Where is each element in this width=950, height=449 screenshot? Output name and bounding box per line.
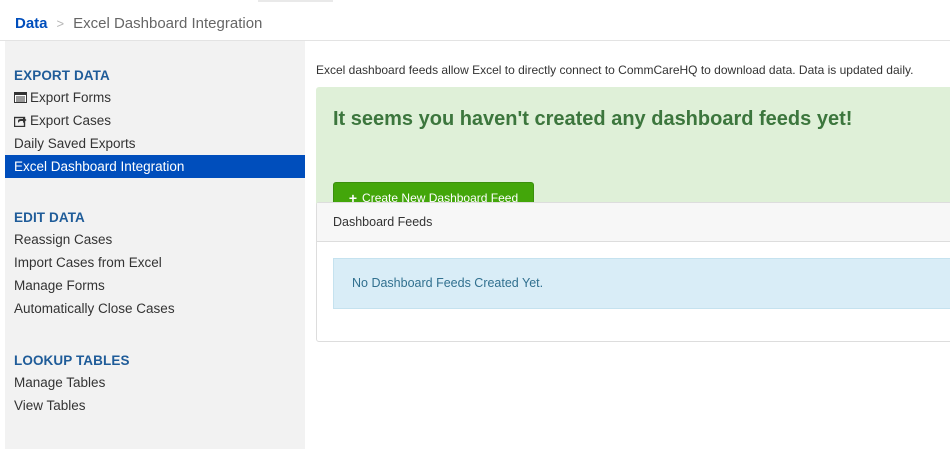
sidebar-item-label: Automatically Close Cases [14, 301, 175, 316]
breadcrumb-current: Excel Dashboard Integration [73, 14, 263, 32]
sidebar-item-label: Export Cases [30, 113, 112, 128]
breadcrumb: Data > Excel Dashboard Integration [0, 6, 950, 41]
sidebar-item-excel-dashboard-integration[interactable]: Excel Dashboard Integration [5, 155, 305, 178]
sidebar-item-reassign-cases[interactable]: Reassign Cases [5, 228, 305, 251]
sidebar-item-label: Import Cases from Excel [14, 255, 162, 270]
sidebar-item-manage-forms[interactable]: Manage Forms [5, 274, 305, 297]
dashboard-feeds-panel: Dashboard Feeds No Dashboard Feeds Creat… [316, 202, 950, 342]
empty-feeds-message: No Dashboard Feeds Created Yet. [333, 258, 950, 309]
sidebar-item-label: Reassign Cases [14, 232, 113, 247]
breadcrumb-separator: > [56, 15, 65, 31]
sidebar-item-export-cases[interactable]: Export Cases [5, 109, 305, 132]
sidebar-header-lookup-tables: LOOKUP TABLES [14, 353, 130, 368]
panel-heading: Dashboard Feeds [317, 203, 950, 242]
sidebar-item-label: Daily Saved Exports [14, 136, 136, 151]
sidebar-section-export-data: EXPORT DATA Export Forms Export Cases Da… [5, 66, 305, 178]
top-tab-edge [258, 0, 333, 2]
breadcrumb-root-link[interactable]: Data [15, 15, 48, 32]
sidebar-item-import-cases[interactable]: Import Cases from Excel [5, 251, 305, 274]
sidebar-item-daily-saved-exports[interactable]: Daily Saved Exports [5, 132, 305, 155]
sidebar-header-edit-data: EDIT DATA [14, 210, 85, 225]
sidebar-item-manage-tables[interactable]: Manage Tables [5, 371, 305, 394]
intro-text: Excel dashboard feeds allow Excel to dir… [316, 63, 914, 77]
sidebar-item-label: Manage Tables [14, 375, 106, 390]
sidebar-item-label: View Tables [14, 398, 86, 413]
sidebar-section-lookup-tables: LOOKUP TABLES Manage Tables View Tables [5, 351, 305, 417]
sidebar-item-view-tables[interactable]: View Tables [5, 394, 305, 417]
share-icon [14, 115, 29, 127]
sidebar-item-export-forms[interactable]: Export Forms [5, 86, 305, 109]
sidebar-item-label: Export Forms [30, 90, 112, 105]
sidebar-header-export-data: EXPORT DATA [14, 68, 110, 83]
sidebar-section-edit-data: EDIT DATA Reassign Cases Import Cases fr… [5, 208, 305, 320]
table-icon [14, 92, 29, 103]
sidebar-item-label: Excel Dashboard Integration [14, 159, 185, 174]
sidebar-item-label: Manage Forms [14, 278, 105, 293]
alert-title: It seems you haven't created any dashboa… [333, 108, 853, 130]
sidebar: EXPORT DATA Export Forms Export Cases Da… [5, 41, 305, 449]
sidebar-item-auto-close-cases[interactable]: Automatically Close Cases [5, 297, 305, 320]
